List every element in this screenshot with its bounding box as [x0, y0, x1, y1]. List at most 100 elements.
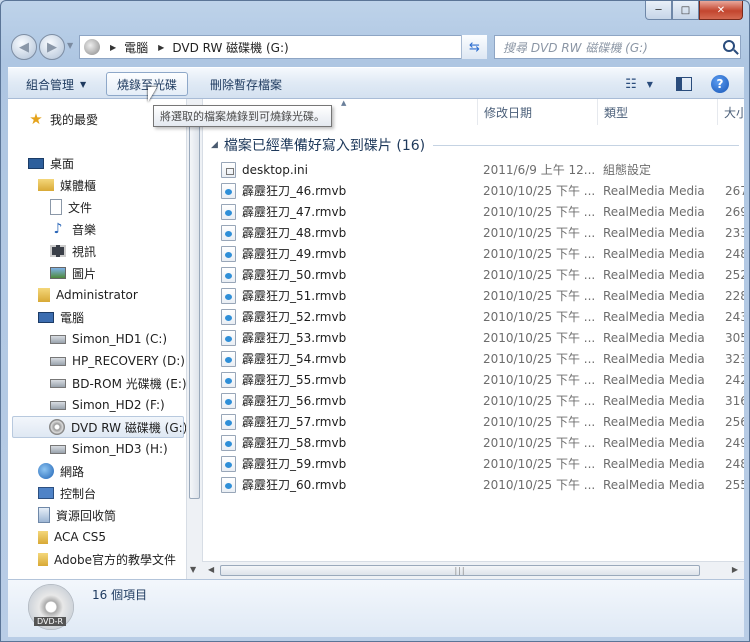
scroll-left-icon[interactable]: ◀	[208, 565, 214, 574]
column-header-size[interactable]: 大小	[717, 99, 744, 125]
nav-item-adobe-docs[interactable]: Adobe官方的教學文件	[38, 548, 176, 570]
group-header[interactable]: ◢ 檔案已經準備好寫入到碟片 (16)	[211, 135, 739, 155]
file-name-cell[interactable]: desktop.ini	[221, 161, 308, 178]
table-row[interactable]: 霹靂狂刀_54.rmvb 2010/10/25 下午 ... RealMedia M…	[203, 348, 744, 369]
nav-item-music[interactable]: ♪ 音樂	[50, 218, 96, 240]
scroll-down-icon[interactable]: ▼	[190, 565, 196, 574]
nav-item-control-panel[interactable]: 控制台	[38, 482, 96, 504]
nav-item-recycle-bin[interactable]: 資源回收筒	[38, 504, 116, 526]
column-header-type[interactable]: 類型	[597, 99, 717, 125]
delete-temp-files-button[interactable]: 刪除暫存檔案	[200, 72, 292, 96]
nav-item-videos[interactable]: 視訊	[50, 240, 96, 262]
help-button[interactable]: ?	[710, 74, 730, 94]
nav-item-desktop[interactable]: 桌面	[28, 152, 74, 174]
table-row[interactable]: 霹靂狂刀_51.rmvb 2010/10/25 下午 ... RealMedia M…	[203, 285, 744, 306]
table-row[interactable]: 霹靂狂刀_58.rmvb 2010/10/25 下午 ... RealMedia M…	[203, 432, 744, 453]
file-date: 2011/6/9 上午 12...	[483, 163, 596, 177]
file-date: 2010/10/25 下午 ...	[483, 436, 596, 450]
item-count: 16 個項目	[92, 588, 148, 602]
explorer-window: ─ □ ✕ ◀ ▶ ▼ ▶ 電腦 ▶ DVD RW 磁碟機 (G:) ⇆ 搜尋 …	[0, 0, 750, 642]
nav-item-drive-g[interactable]: DVD RW 磁碟機 (G:)	[12, 416, 186, 438]
file-name-cell[interactable]: 霹靂狂刀_56.rmvb	[221, 392, 346, 409]
back-arrow-icon: ◀	[19, 39, 29, 55]
table-row[interactable]: 霹靂狂刀_56.rmvb 2010/10/25 下午 ... RealMedia M…	[203, 390, 744, 411]
file-type: RealMedia Media	[603, 267, 705, 282]
collapse-triangle-icon[interactable]: ◢	[211, 140, 218, 150]
maximize-button[interactable]: □	[672, 1, 699, 20]
file-name-cell[interactable]: 霹靂狂刀_55.rmvb	[221, 371, 346, 388]
close-button[interactable]: ✕	[699, 1, 743, 20]
nav-item-network[interactable]: 網路	[38, 460, 84, 482]
burn-to-disc-button[interactable]: 燒錄至光碟	[106, 72, 189, 96]
column-header-date[interactable]: 修改日期	[477, 99, 597, 125]
nav-item-pictures[interactable]: 圖片	[50, 262, 96, 284]
nav-item-aca-cs5[interactable]: ACA CS5	[38, 526, 106, 548]
file-name-cell[interactable]: 霹靂狂刀_46.rmvb	[221, 182, 346, 199]
preview-pane-button[interactable]	[674, 74, 694, 94]
file-name-cell[interactable]: 霹靂狂刀_52.rmvb	[221, 308, 346, 325]
horizontal-scroll-thumb[interactable]: |||	[220, 565, 700, 576]
file-name-cell[interactable]: 霹靂狂刀_50.rmvb	[221, 266, 346, 283]
chevron-right-icon[interactable]: ▶	[110, 43, 116, 52]
nav-item-favorites[interactable]: ★ 我的最愛	[28, 108, 98, 130]
breadcrumb-dvd-drive[interactable]: DVD RW 磁碟機 (G:)	[172, 39, 288, 56]
nav-scrollbar[interactable]: ▲ ▼	[186, 99, 202, 579]
file-name-cell[interactable]: 霹靂狂刀_47.rmvb	[221, 203, 346, 220]
file-size: 255	[725, 477, 744, 492]
documents-icon	[50, 199, 62, 215]
file-name-cell[interactable]: 霹靂狂刀_57.rmvb	[221, 413, 346, 430]
table-row[interactable]: 霹靂狂刀_48.rmvb 2010/10/25 下午 ... RealMedia M…	[203, 222, 744, 243]
back-button[interactable]: ◀	[11, 34, 37, 60]
scroll-right-icon[interactable]: ▶	[732, 565, 738, 574]
recent-pages-dropdown[interactable]: ▼	[67, 41, 73, 50]
view-list-icon: ☷	[625, 76, 637, 92]
nav-item-drive-d[interactable]: HP_RECOVERY (D:)	[50, 350, 185, 372]
table-row[interactable]: 霹靂狂刀_46.rmvb 2010/10/25 下午 ... RealMedia M…	[203, 180, 744, 201]
file-name-cell[interactable]: 霹靂狂刀_54.rmvb	[221, 350, 346, 367]
table-row[interactable]: 霹靂狂刀_60.rmvb 2010/10/25 下午 ... RealMedia M…	[203, 474, 744, 495]
delete-temp-label: 刪除暫存檔案	[210, 77, 283, 92]
forward-button[interactable]: ▶	[39, 34, 65, 60]
view-options-button[interactable]: ☷ ▼	[620, 74, 658, 94]
search-input[interactable]: 搜尋 DVD RW 磁碟機 (G:)	[494, 35, 741, 59]
refresh-icon: ⇆	[469, 39, 480, 55]
table-row[interactable]: 霹靂狂刀_57.rmvb 2010/10/25 下午 ... RealMedia M…	[203, 411, 744, 432]
table-row[interactable]: 霹靂狂刀_47.rmvb 2010/10/25 下午 ... RealMedia M…	[203, 201, 744, 222]
file-name-cell[interactable]: 霹靂狂刀_53.rmvb	[221, 329, 346, 346]
nav-item-drive-h[interactable]: Simon_HD3 (H:)	[50, 438, 168, 460]
file-name-cell[interactable]: 霹靂狂刀_48.rmvb	[221, 224, 346, 241]
nav-item-documents[interactable]: 文件	[50, 196, 92, 218]
library-icon	[38, 179, 54, 191]
table-row[interactable]: desktop.ini 2011/6/9 上午 12... 組態設定	[203, 159, 744, 180]
nav-item-computer[interactable]: 電腦	[38, 306, 84, 328]
nav-label: 文件	[68, 200, 93, 215]
table-row[interactable]: 霹靂狂刀_55.rmvb 2010/10/25 下午 ... RealMedia M…	[203, 369, 744, 390]
breadcrumb-computer[interactable]: 電腦	[124, 39, 148, 56]
table-row[interactable]: 霹靂狂刀_49.rmvb 2010/10/25 下午 ... RealMedia M…	[203, 243, 744, 264]
organize-button[interactable]: 組合管理 ▼	[16, 72, 96, 96]
nav-item-drive-f[interactable]: Simon_HD2 (F:)	[50, 394, 165, 416]
file-name-cell[interactable]: 霹靂狂刀_49.rmvb	[221, 245, 346, 262]
chevron-right-icon[interactable]: ▶	[158, 43, 164, 52]
minimize-button[interactable]: ─	[645, 1, 672, 20]
nav-item-drive-e[interactable]: BD-ROM 光碟機 (E:)	[50, 372, 186, 394]
address-bar[interactable]: ▶ 電腦 ▶ DVD RW 磁碟機 (G:)	[79, 35, 487, 59]
table-row[interactable]: 霹靂狂刀_53.rmvb 2010/10/25 下午 ... RealMedia M…	[203, 327, 744, 348]
nav-item-drive-c[interactable]: Simon_HD1 (C:)	[50, 328, 167, 350]
file-name-cell[interactable]: 霹靂狂刀_60.rmvb	[221, 476, 346, 493]
file-date: 2010/10/25 下午 ...	[483, 268, 596, 282]
horizontal-scrollbar[interactable]: ◀ ||| ▶	[202, 561, 744, 579]
nav-scroll-thumb[interactable]	[189, 117, 200, 499]
file-name-cell[interactable]: 霹靂狂刀_58.rmvb	[221, 434, 346, 451]
file-name-cell[interactable]: 霹靂狂刀_51.rmvb	[221, 287, 346, 304]
search-icon[interactable]	[723, 40, 735, 52]
file-name: 霹靂狂刀_52.rmvb	[242, 310, 347, 324]
nav-item-administrator[interactable]: Administrator	[38, 284, 138, 306]
table-row[interactable]: 霹靂狂刀_59.rmvb 2010/10/25 下午 ... RealMedia M…	[203, 453, 744, 474]
refresh-button[interactable]: ⇆	[461, 35, 487, 59]
nav-item-libraries[interactable]: 媒體櫃	[38, 174, 96, 196]
table-row[interactable]: 霹靂狂刀_52.rmvb 2010/10/25 下午 ... RealMedia M…	[203, 306, 744, 327]
file-name-cell[interactable]: 霹靂狂刀_59.rmvb	[221, 455, 346, 472]
table-row[interactable]: 霹靂狂刀_50.rmvb 2010/10/25 下午 ... RealMedia M…	[203, 264, 744, 285]
file-size: 323	[725, 351, 744, 366]
